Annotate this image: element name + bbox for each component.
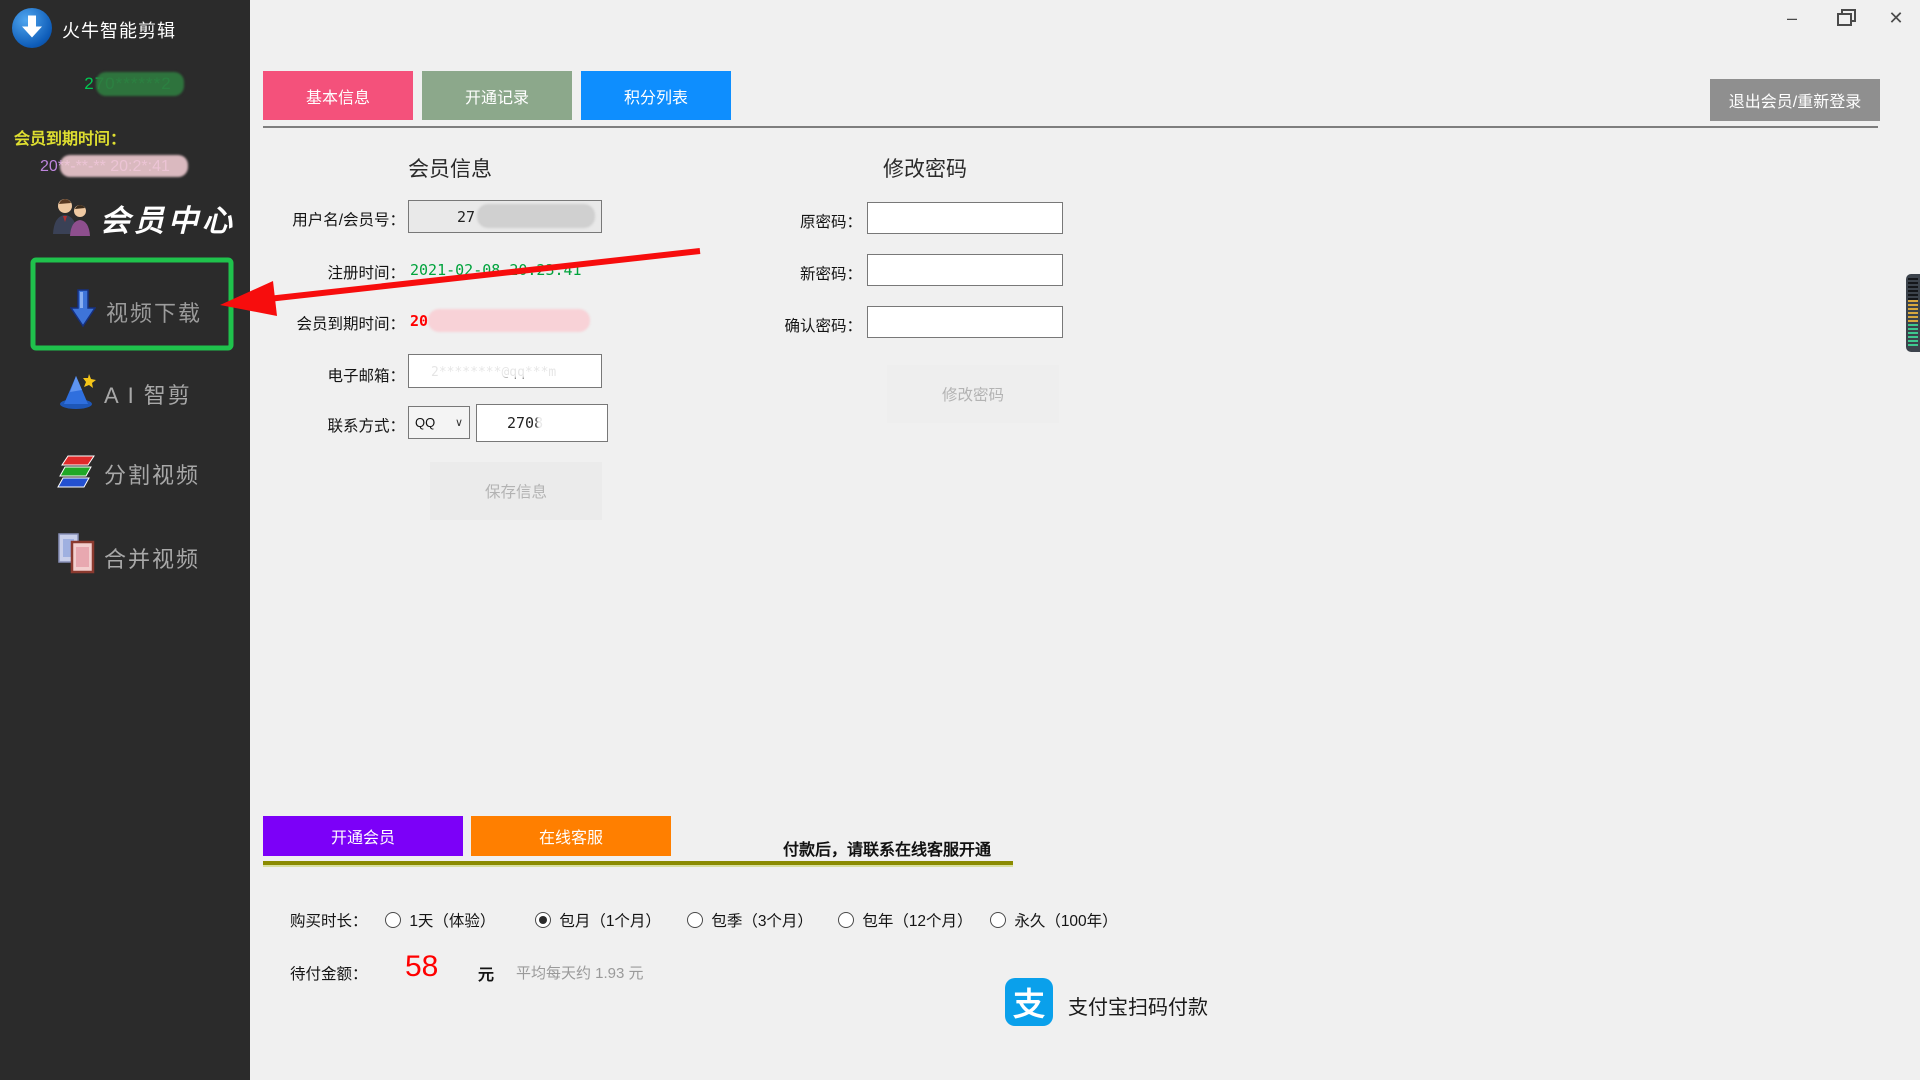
tab-basic-info[interactable]: 基本信息: [263, 71, 413, 120]
download-glyph-icon: [21, 14, 43, 40]
radio-1day[interactable]: 1天（体验）: [385, 909, 495, 931]
register-time-label: 注册时间：: [255, 261, 405, 283]
radio-checked-icon[interactable]: [535, 912, 551, 928]
user-id-redaction: [96, 72, 184, 96]
app-title: 火牛智能剪辑: [62, 17, 176, 43]
member-expiry-value: 20: [410, 312, 428, 330]
pay-note: 付款后，请联系在线客服开通: [783, 836, 991, 860]
sidebar: 火牛智能剪辑 270******2 会员到期时间： 20**-**-** 20:…: [0, 0, 250, 1080]
sidebar-item-video-download[interactable]: 视频下载: [0, 286, 250, 332]
amount-label: 待付金额：: [290, 962, 368, 984]
close-button[interactable]: ✕: [1882, 4, 1910, 32]
app-logo-icon: [12, 8, 52, 48]
change-password-title: 修改密码: [845, 153, 1005, 183]
sidebar-item-label: 会员中心: [100, 196, 236, 240]
member-expiry-label: 会员到期时间：: [255, 312, 405, 334]
radio-permanent[interactable]: 永久（100年）: [990, 909, 1118, 931]
email-redaction: [421, 358, 589, 378]
sidebar-item-label: 合并视频: [104, 542, 200, 574]
radio-icon[interactable]: [687, 912, 703, 928]
tab-points-list[interactable]: 积分列表: [581, 71, 731, 120]
tab-activation-record[interactable]: 开通记录: [422, 71, 572, 120]
restore-button[interactable]: [1830, 4, 1858, 32]
username-redaction: [477, 204, 595, 228]
sidebar-item-member-center[interactable]: 会员中心: [0, 192, 250, 244]
chevron-down-icon: ∨: [455, 416, 463, 429]
username-field: 27: [408, 200, 602, 233]
close-icon: ✕: [1888, 8, 1903, 28]
edge-stripe-widget[interactable]: [1906, 274, 1920, 352]
email-field[interactable]: 2********@qq***m: [408, 354, 602, 388]
radio-icon[interactable]: [838, 912, 854, 928]
radio-quarterly[interactable]: 包季（3个月）: [687, 909, 813, 931]
section-divider: [263, 861, 1013, 867]
download-arrow-icon: [70, 288, 96, 330]
email-label: 电子邮箱：: [255, 364, 405, 386]
open-member-button[interactable]: 开通会员: [263, 816, 463, 856]
member-info-title: 会员信息: [370, 153, 530, 183]
sidebar-item-ai-cut[interactable]: A I 智剪: [0, 368, 250, 414]
alipay-icon: 支: [1005, 978, 1053, 1026]
sidebar-item-label: 视频下载: [106, 296, 202, 328]
sidebar-item-merge-video[interactable]: 合并视频: [0, 528, 250, 578]
tab-divider: [263, 126, 1878, 128]
new-password-input[interactable]: [867, 254, 1063, 286]
radio-monthly[interactable]: 包月（1个月）: [535, 909, 661, 931]
sidebar-item-split-video[interactable]: 分割视频: [0, 448, 250, 494]
change-password-button[interactable]: 修改密码: [887, 365, 1059, 423]
members-icon: [50, 196, 94, 240]
wizard-icon: [58, 372, 100, 410]
logout-relogin-button[interactable]: 退出会员/重新登录: [1710, 79, 1880, 121]
sidebar-item-label: 分割视频: [104, 458, 200, 490]
contact-value-field[interactable]: 2708: [476, 404, 608, 442]
new-password-label: 新密码：: [712, 262, 862, 284]
radio-icon[interactable]: [990, 912, 1006, 928]
old-password-label: 原密码：: [712, 210, 862, 232]
sidebar-expiry-label: 会员到期时间：: [14, 125, 126, 149]
amount-value: 58: [405, 950, 438, 984]
member-expiry-redaction: [428, 309, 590, 332]
merge-docs-icon: [56, 532, 98, 574]
alipay-text: 支付宝扫码付款: [1068, 991, 1208, 1020]
contact-label: 联系方式：: [255, 414, 405, 436]
radio-icon[interactable]: [385, 912, 401, 928]
confirm-password-input[interactable]: [867, 306, 1063, 338]
save-info-button[interactable]: 保存信息: [430, 462, 602, 520]
old-password-input[interactable]: [867, 202, 1063, 234]
online-service-button[interactable]: 在线客服: [471, 816, 671, 856]
contact-redaction: [537, 407, 601, 435]
register-time-value: 2021-02-08 20:23:41: [410, 261, 582, 279]
amount-note: 平均每天约 1.93 元: [516, 962, 644, 983]
minimize-button[interactable]: –: [1778, 4, 1806, 32]
amount-unit: 元: [478, 961, 494, 985]
sidebar-expiry-redaction: [60, 155, 188, 177]
radio-yearly[interactable]: 包年（12个月）: [838, 909, 973, 931]
sidebar-item-label: A I 智剪: [104, 378, 192, 410]
minimize-icon: –: [1787, 8, 1797, 28]
confirm-password-label: 确认密码：: [712, 314, 862, 336]
duration-label: 购买时长：: [290, 909, 368, 931]
username-label: 用户名/会员号：: [255, 208, 405, 230]
contact-type-select[interactable]: QQ ∨: [408, 406, 470, 439]
split-layers-icon: [56, 454, 102, 490]
